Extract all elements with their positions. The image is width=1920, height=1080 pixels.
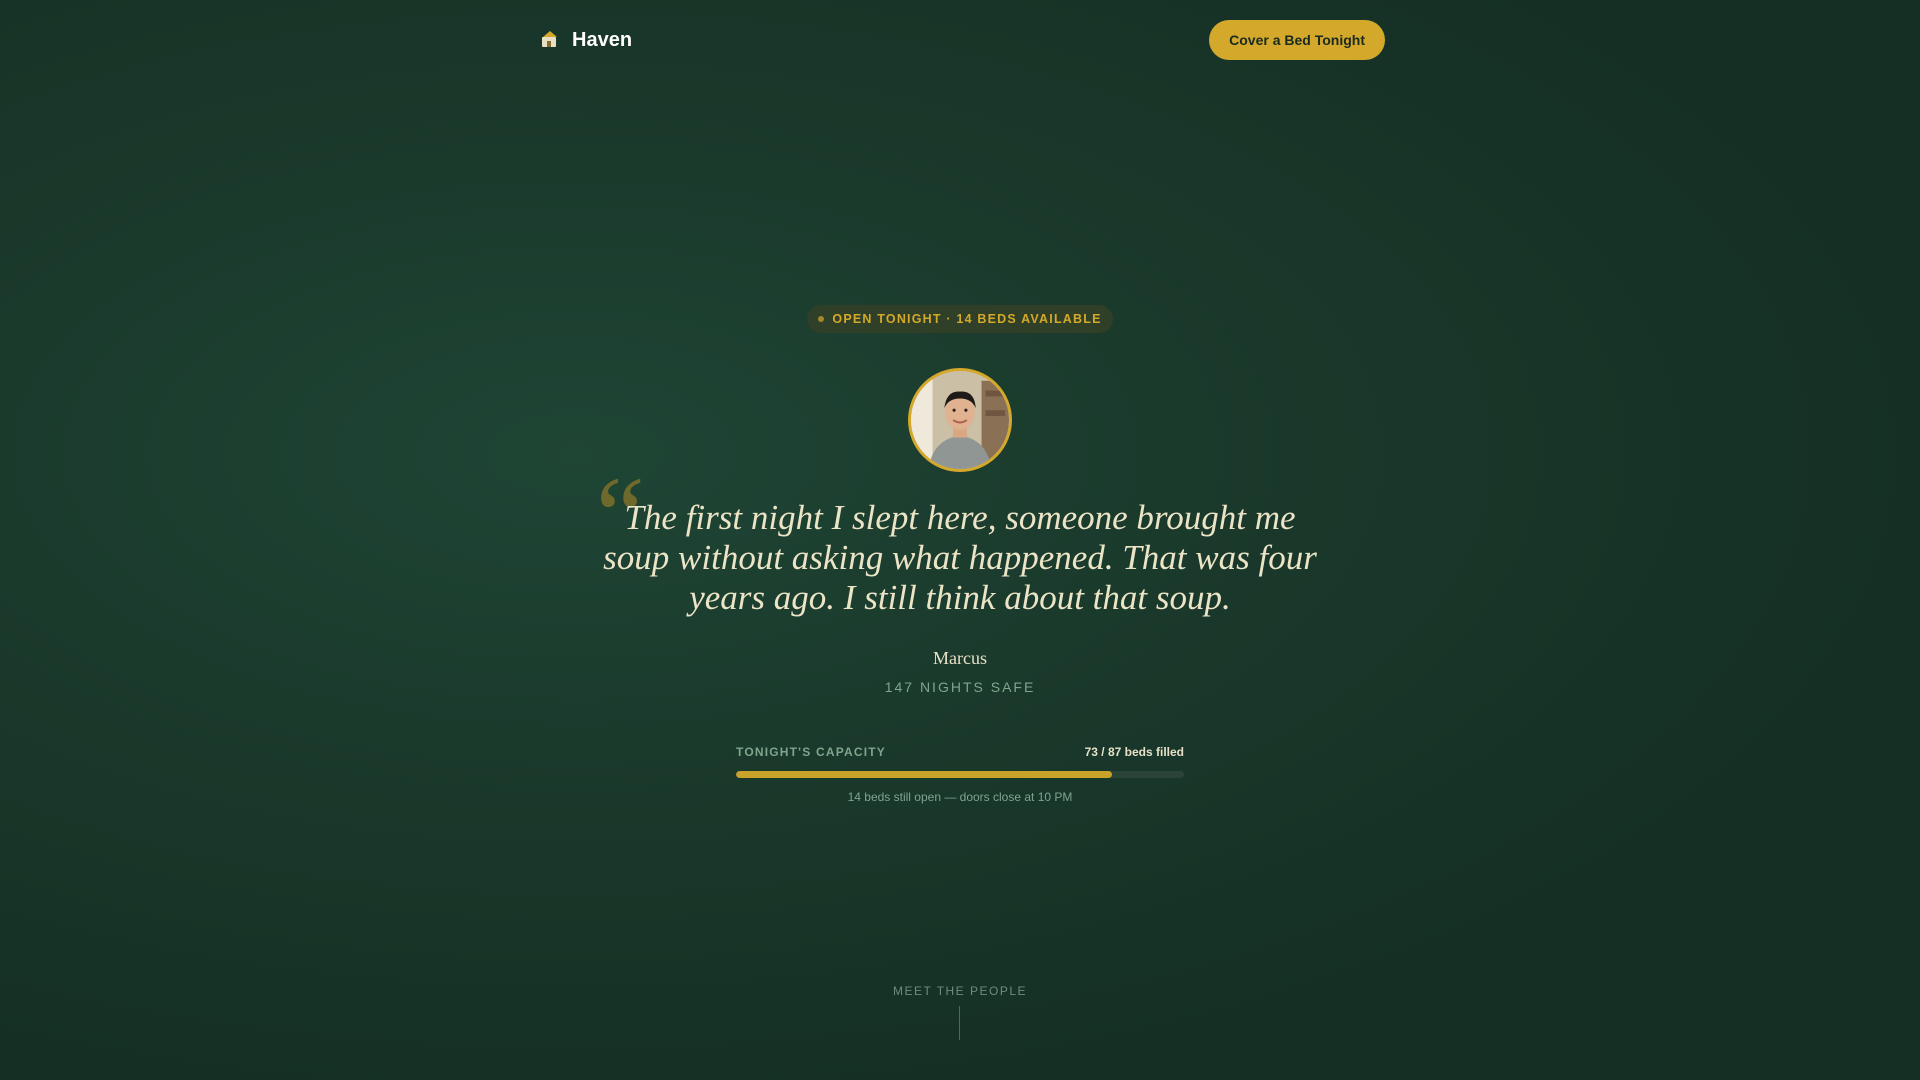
- status-dot-icon: [818, 316, 825, 322]
- person-name: Marcus: [933, 648, 987, 668]
- house-icon: [540, 31, 558, 49]
- capacity-label: TONIGHT'S CAPACITY: [736, 745, 887, 759]
- capacity-bar-fill: [736, 771, 1112, 778]
- portrait-photo: [911, 371, 1009, 469]
- capacity-count: 73 / 87 beds filled: [1084, 745, 1184, 759]
- capacity-bar-track: [736, 771, 1184, 778]
- brand-name: Haven: [572, 28, 633, 51]
- testimonial-quote: The first night I slept here, someone br…: [603, 498, 1317, 617]
- cover-bed-button[interactable]: Cover a Bed Tonight: [1209, 20, 1385, 60]
- nights-safe-stat: 147 NIGHTS SAFE: [884, 679, 1036, 695]
- status-badge: OPEN TONIGHT · 14 BEDS AVAILABLE: [807, 305, 1113, 333]
- status-text: OPEN TONIGHT · 14 BEDS AVAILABLE: [832, 312, 1102, 326]
- brand[interactable]: Haven: [540, 29, 632, 52]
- top-nav: Haven Cover a Bed Tonight: [540, 20, 1385, 60]
- capacity-note: 14 beds still open — doors close at 10 P…: [847, 790, 1073, 804]
- avatar: [908, 368, 1012, 472]
- scroll-indicator: [959, 1006, 960, 1040]
- meet-the-people-link[interactable]: MEET THE PEOPLE: [760, 984, 1160, 998]
- capacity-meter: TONIGHT'S CAPACITY 73 / 87 beds filled 1…: [736, 745, 1184, 804]
